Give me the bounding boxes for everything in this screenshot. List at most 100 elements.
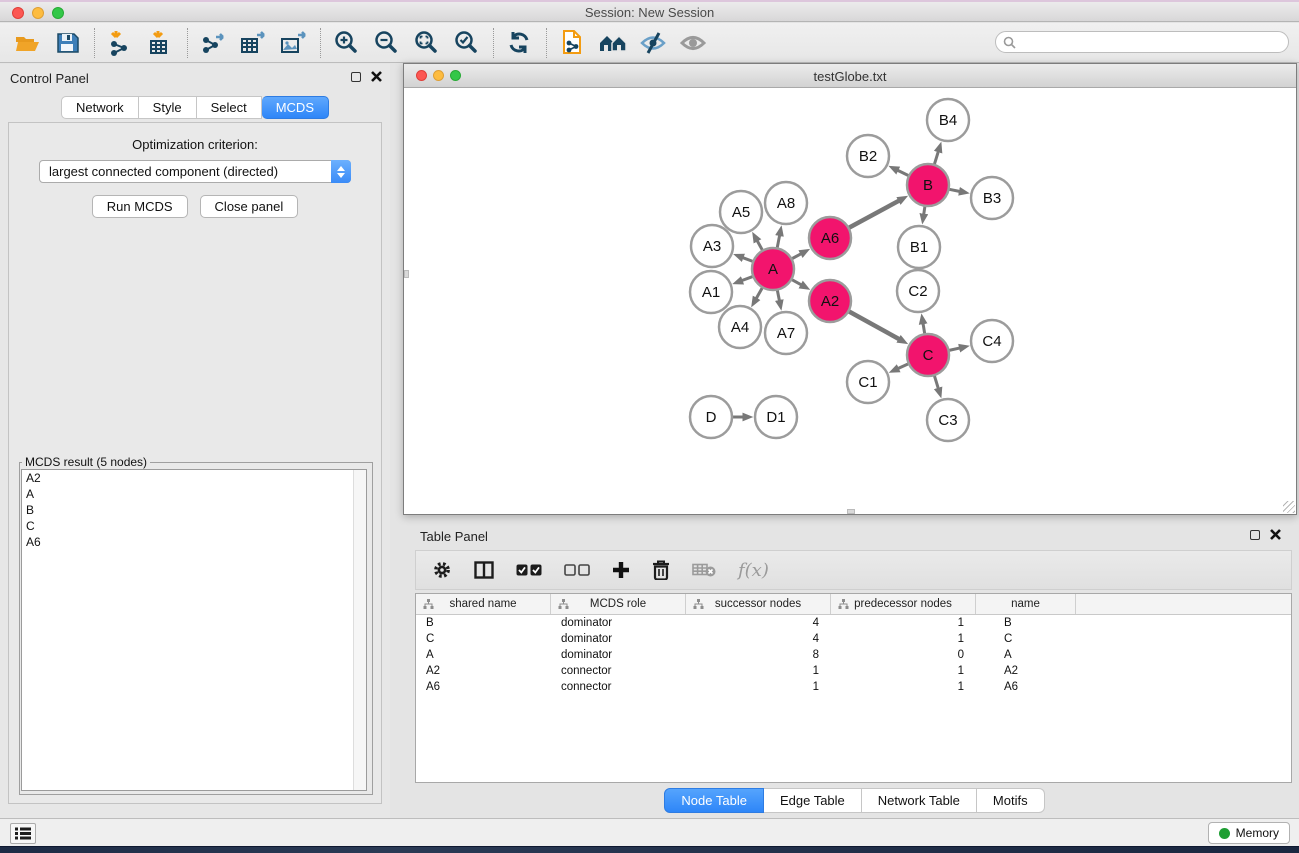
hide-selected-icon[interactable] bbox=[633, 27, 673, 59]
table-cell[interactable]: 1 bbox=[831, 633, 976, 645]
run-mcds-button[interactable]: Run MCDS bbox=[92, 195, 188, 218]
table-cell[interactable]: 0 bbox=[831, 649, 976, 661]
table-cell[interactable]: A6 bbox=[976, 681, 1076, 693]
node-B[interactable]: B bbox=[907, 164, 949, 206]
list-scrollbar[interactable] bbox=[353, 470, 366, 790]
node-B3[interactable]: B3 bbox=[971, 177, 1013, 219]
result-list-item[interactable]: C bbox=[22, 518, 366, 534]
table-cell[interactable]: A2 bbox=[416, 665, 551, 677]
float-panel-icon[interactable] bbox=[351, 72, 361, 82]
delete-column-icon[interactable] bbox=[652, 555, 670, 585]
edge-B-B1[interactable] bbox=[924, 206, 925, 216]
edge-A-A2[interactable] bbox=[791, 279, 802, 285]
tab-select[interactable]: Select bbox=[197, 96, 262, 119]
select-all-checkboxes-icon[interactable] bbox=[516, 555, 542, 585]
search-box[interactable] bbox=[995, 31, 1289, 53]
export-network-icon[interactable] bbox=[194, 27, 234, 59]
result-list-item[interactable]: A6 bbox=[22, 534, 366, 550]
edge-B-B2[interactable] bbox=[897, 170, 909, 176]
edge-A-A4[interactable] bbox=[756, 287, 763, 299]
deselect-all-checkboxes-icon[interactable] bbox=[564, 555, 590, 585]
edge-A6-B[interactable] bbox=[849, 200, 900, 228]
node-table[interactable]: shared nameMCDS rolesuccessor nodesprede… bbox=[415, 593, 1292, 783]
edge-C-C1[interactable] bbox=[897, 364, 909, 369]
tab-motifs[interactable]: Motifs bbox=[977, 788, 1045, 813]
edge-C-C2[interactable] bbox=[923, 323, 925, 335]
resize-handle-left[interactable] bbox=[404, 270, 409, 278]
tab-network[interactable]: Network bbox=[61, 96, 139, 119]
tab-network-table[interactable]: Network Table bbox=[862, 788, 977, 813]
node-A7[interactable]: A7 bbox=[765, 312, 807, 354]
add-column-icon[interactable] bbox=[612, 555, 630, 585]
table-cell[interactable]: B bbox=[416, 617, 551, 629]
node-A2[interactable]: A2 bbox=[809, 280, 851, 322]
table-row[interactable]: A2connector11A2 bbox=[416, 663, 1291, 679]
node-A5[interactable]: A5 bbox=[720, 191, 762, 233]
export-table-icon[interactable] bbox=[234, 27, 274, 59]
open-file-icon[interactable] bbox=[8, 27, 48, 59]
first-neighbors-icon[interactable] bbox=[593, 27, 633, 59]
table-cell[interactable]: B bbox=[976, 617, 1076, 629]
function-builder-icon[interactable]: f(x) bbox=[738, 555, 769, 585]
table-cell[interactable]: A bbox=[416, 649, 551, 661]
delete-table-icon[interactable] bbox=[692, 555, 716, 585]
network-window-titlebar[interactable]: testGlobe.txt bbox=[404, 64, 1296, 88]
close-table-panel-icon[interactable] bbox=[1270, 529, 1281, 540]
table-row[interactable]: A6connector11A6 bbox=[416, 679, 1291, 695]
edge-A2-C[interactable] bbox=[848, 311, 900, 340]
show-all-icon[interactable] bbox=[673, 27, 713, 59]
table-cell[interactable]: C bbox=[416, 633, 551, 645]
edge-A-A8[interactable] bbox=[777, 234, 780, 248]
node-C2[interactable]: C2 bbox=[897, 270, 939, 312]
save-session-icon[interactable] bbox=[48, 27, 88, 59]
toggle-panes-icon[interactable] bbox=[474, 555, 494, 585]
node-A[interactable]: A bbox=[752, 248, 794, 290]
node-A3[interactable]: A3 bbox=[691, 225, 733, 267]
import-table-icon[interactable] bbox=[141, 27, 181, 59]
table-row[interactable]: Cdominator41C bbox=[416, 631, 1291, 647]
table-options-icon[interactable] bbox=[432, 555, 452, 585]
import-network-icon[interactable] bbox=[101, 27, 141, 59]
tab-node-table[interactable]: Node Table bbox=[664, 788, 764, 813]
memory-button[interactable]: Memory bbox=[1208, 822, 1290, 844]
node-B4[interactable]: B4 bbox=[927, 99, 969, 141]
table-row[interactable]: Adominator80A bbox=[416, 647, 1291, 663]
edge-A-A5[interactable] bbox=[757, 240, 763, 251]
table-cell[interactable]: dominator bbox=[551, 633, 686, 645]
network-canvas[interactable]: B4B2BB3B1A5A8A6A3AA1A4A7A2C2CC4C1C3DD1 bbox=[404, 88, 1296, 514]
mcds-result-list[interactable]: A2ABCA6 bbox=[21, 469, 367, 791]
close-panel-button[interactable]: Close panel bbox=[200, 195, 299, 218]
table-cell[interactable]: dominator bbox=[551, 617, 686, 629]
table-row[interactable]: Bdominator41B bbox=[416, 615, 1291, 631]
node-D[interactable]: D bbox=[690, 396, 732, 438]
zoom-selected-icon[interactable] bbox=[447, 27, 487, 59]
table-cell[interactable]: 1 bbox=[831, 617, 976, 629]
refresh-icon[interactable] bbox=[500, 27, 540, 59]
column-header-predecessor-nodes[interactable]: predecessor nodes bbox=[831, 594, 976, 614]
column-header-name[interactable]: name bbox=[976, 594, 1076, 614]
table-cell[interactable]: 4 bbox=[686, 633, 831, 645]
column-header-successor-nodes[interactable]: successor nodes bbox=[686, 594, 831, 614]
edge-B-B4[interactable] bbox=[934, 151, 938, 165]
node-A1[interactable]: A1 bbox=[690, 271, 732, 313]
table-cell[interactable]: 1 bbox=[831, 665, 976, 677]
float-table-panel-icon[interactable] bbox=[1250, 530, 1260, 540]
resize-handle-bottom[interactable] bbox=[847, 509, 855, 514]
edge-A-A7[interactable] bbox=[777, 290, 779, 302]
edge-A-A3[interactable] bbox=[742, 257, 754, 261]
column-header-shared-name[interactable]: shared name bbox=[416, 594, 551, 614]
column-header-MCDS-role[interactable]: MCDS role bbox=[551, 594, 686, 614]
node-A6[interactable]: A6 bbox=[809, 217, 851, 259]
result-list-item[interactable]: B bbox=[22, 502, 366, 518]
zoom-fit-icon[interactable] bbox=[407, 27, 447, 59]
node-A8[interactable]: A8 bbox=[765, 182, 807, 224]
table-cell[interactable]: 1 bbox=[686, 681, 831, 693]
edge-B-B3[interactable] bbox=[949, 189, 961, 191]
result-list-item[interactable]: A2 bbox=[22, 470, 366, 486]
table-cell[interactable]: connector bbox=[551, 665, 686, 677]
zoom-in-icon[interactable] bbox=[327, 27, 367, 59]
table-cell[interactable]: dominator bbox=[551, 649, 686, 661]
tab-mcds[interactable]: MCDS bbox=[262, 96, 329, 119]
node-D1[interactable]: D1 bbox=[755, 396, 797, 438]
close-panel-icon[interactable] bbox=[371, 71, 382, 82]
